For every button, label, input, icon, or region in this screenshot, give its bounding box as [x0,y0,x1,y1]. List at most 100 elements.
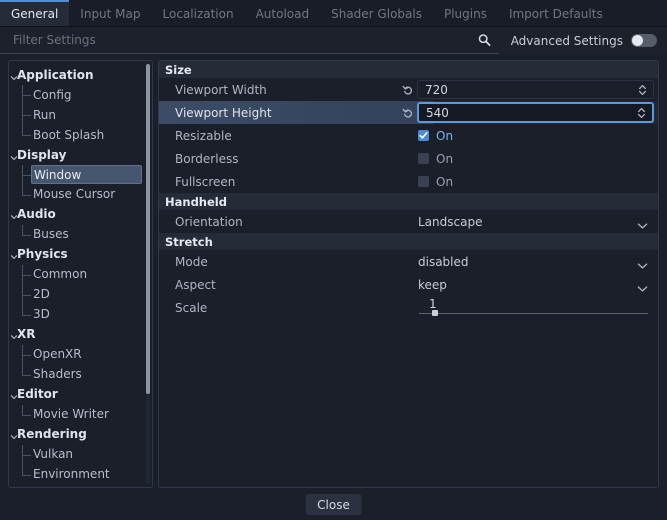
tree-item-application[interactable]: Application [9,65,152,85]
tab-input-map[interactable]: Input Map [69,0,151,26]
property-label: Mode [159,255,409,269]
tree-guide-line [22,95,31,96]
checkbox-borderless[interactable]: On [417,152,453,166]
property-row-viewport-height[interactable]: Viewport Height 540 [159,101,658,124]
tree-guide-line [22,355,31,356]
checkbox-resizable[interactable]: On [417,129,453,143]
tree-item-physics[interactable]: Physics [9,244,152,264]
tree-scrollbar-thumb[interactable] [146,64,150,394]
tree-item-vulkan[interactable]: Vulkan [9,444,152,464]
tree-item-shaders[interactable]: Shaders [9,364,152,384]
chevron-down-icon[interactable] [637,258,648,265]
checkbox-unchecked-icon[interactable] [418,153,429,164]
chevron-down-icon[interactable] [10,330,18,338]
tree-item-label: Run [33,108,56,122]
spinbox-value: 540 [426,106,449,120]
chevron-down-icon[interactable] [10,430,18,438]
tree-item-3d[interactable]: 3D [9,304,152,324]
chevron-down-icon[interactable] [637,218,648,225]
chevron-down-icon[interactable] [10,151,18,159]
tree-scrollbar[interactable] [146,64,150,484]
chevron-down-icon[interactable] [637,281,648,288]
property-label: Fullscreen [159,175,409,189]
tab-shader-globals[interactable]: Shader Globals [320,0,433,26]
stepper-arrows-icon[interactable] [638,84,647,96]
dropdown-value: Landscape [418,215,482,229]
tree-guide-line [22,295,31,296]
property-row-viewport-width[interactable]: Viewport Width720 [159,78,658,101]
dropdown-value: disabled [418,255,469,269]
tree-guide-line [22,345,23,375]
tree-item-audio[interactable]: Audio [9,204,152,224]
property-row-fullscreen[interactable]: Fullscreen On [159,170,658,193]
tree-item-label: Boot Splash [33,128,104,142]
property-row-borderless[interactable]: BorderlessOn [159,147,658,170]
slider-track[interactable] [419,313,648,314]
tree-item-label: Vulkan [33,447,73,461]
checkbox-fullscreen[interactable]: On [417,175,453,189]
search-icon[interactable] [478,34,491,47]
advanced-settings-toggle[interactable] [631,34,657,47]
tree-guide-line [22,455,31,456]
tree-item-label: 2D [33,287,50,301]
tree-guide-line [22,195,31,196]
tree-item-movie-writer[interactable]: Movie Writer [9,404,152,424]
revert-icon[interactable] [402,84,414,96]
revert-icon[interactable] [402,107,414,119]
checkbox-checked-icon[interactable] [418,130,429,141]
section-header-stretch: Stretch [159,233,658,250]
spinbox-viewport-width[interactable]: 720 [417,80,654,99]
slider-scale[interactable]: 1 [417,298,654,318]
spinbox-viewport-height[interactable]: 540 [417,102,654,123]
tree-item-environment[interactable]: Environment [9,464,152,484]
filter-field[interactable] [0,27,499,54]
close-button[interactable]: Close [305,494,362,515]
project-settings-dialog: GeneralInput MapLocalizationAutoloadShad… [0,0,667,520]
property-row-scale[interactable]: Scale1 [159,296,658,319]
tree-item-openxr[interactable]: OpenXR [9,344,152,364]
tree-guide-line [22,405,23,415]
tree-guide-line [22,135,31,136]
tree-item-editor[interactable]: Editor [9,384,152,404]
property-value-cell: Landscape [417,212,654,231]
chevron-down-icon[interactable] [10,71,18,79]
tree-item-window[interactable]: Window [31,165,142,184]
chevron-down-icon[interactable] [10,250,18,258]
tab-autoload[interactable]: Autoload [245,0,321,26]
section-header-size: Size [159,61,658,78]
tree-item-rendering[interactable]: Rendering [9,424,152,444]
property-label: Viewport Height [159,106,409,120]
tab-plugins[interactable]: Plugins [433,0,498,26]
chevron-down-icon[interactable] [10,210,18,218]
tree-item-display[interactable]: Display [9,145,152,165]
property-row-mode[interactable]: Mode disabled [159,250,658,273]
tree-guide-line [22,225,23,235]
tab-general[interactable]: General [0,0,69,26]
tree-guide-line [22,175,31,176]
toggle-knob [632,35,643,46]
property-row-orientation[interactable]: OrientationLandscape [159,210,658,233]
tree-item-common[interactable]: Common [9,264,152,284]
advanced-settings-control[interactable]: Advanced Settings [499,27,667,54]
slider-grabber[interactable] [432,310,438,316]
tree-item-mouse-cursor[interactable]: Mouse Cursor [9,184,152,204]
tree-item-label: Physics [17,247,68,261]
dropdown-orientation[interactable]: Landscape [417,212,654,231]
tree-item-label: Display [17,148,66,162]
settings-category-tree[interactable]: ApplicationConfigRunBoot SplashDisplayWi… [8,60,153,488]
chevron-down-icon[interactable] [10,390,18,398]
property-row-resizable[interactable]: ResizableOn [159,124,658,147]
tab-import-defaults[interactable]: Import Defaults [498,0,614,26]
dropdown-aspect[interactable]: keep [417,275,654,294]
search-input[interactable] [0,28,499,52]
tree-item-xr[interactable]: XR [9,324,152,344]
property-row-aspect[interactable]: Aspectkeep [159,273,658,296]
tab-localization[interactable]: Localization [152,0,245,26]
tree-item-2d[interactable]: 2D [9,284,152,304]
tree-item-buses[interactable]: Buses [9,224,152,244]
slider-value: 1 [429,297,437,311]
tree-guide-line [22,415,31,416]
dropdown-mode[interactable]: disabled [417,252,654,271]
checkbox-unchecked-icon[interactable] [418,176,429,187]
stepper-arrows-icon[interactable] [637,107,646,119]
